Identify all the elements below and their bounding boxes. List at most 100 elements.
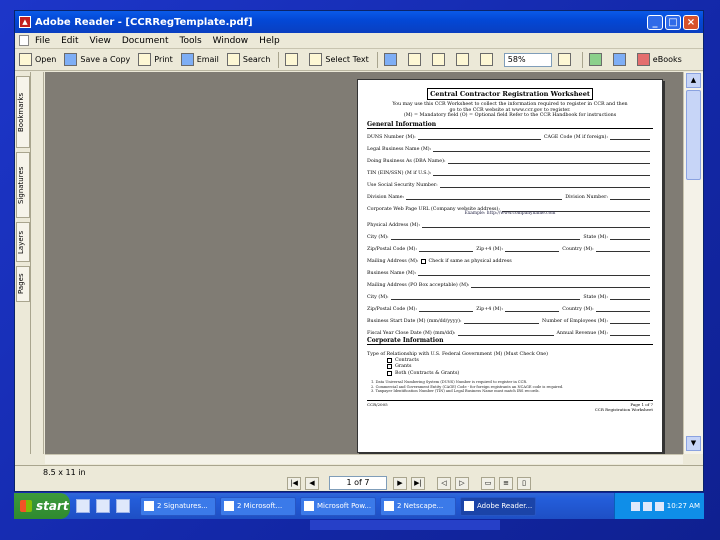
envelope-icon [180,53,194,66]
tab-signatures[interactable]: Signatures [16,152,30,218]
open-button[interactable]: Open [19,53,56,66]
taskbar-item-adobe-reader[interactable]: Adobe Reader... [460,496,536,516]
toolbar-separator [278,51,280,68]
form-footer: CCR/2005 Page 1 of 7 CCR Registration Wo… [367,399,653,412]
form-row: Zip/Postal Code (M): Zip+4 (M): Country (M… [367,300,653,313]
navigation-pane [32,72,44,454]
form-row: Division Name: Division Number: [367,188,653,201]
pdf-page: Central Contractor Registration Workshee… [357,79,663,453]
form-row: Legal Business Name (M): [367,140,653,153]
save-copy-button[interactable]: Save a Copy [64,53,130,66]
previous-page-button[interactable]: ◀ [305,476,319,490]
menu-view[interactable]: View [90,36,111,46]
section-general-information: General Information [367,121,653,129]
form-row: City (M): State (M): [367,288,653,301]
facing-layout-button[interactable]: ▯ [517,476,531,490]
menu-document[interactable]: Document [122,36,169,46]
zoom-plus-button[interactable] [557,53,574,66]
text-cursor-icon [309,53,323,66]
fit-width-button[interactable] [455,53,472,66]
tab-bookmarks[interactable]: Bookmarks [16,76,30,148]
form-row: Physical Address (M): [367,216,653,229]
email-button[interactable]: Email [180,53,219,66]
taskbar-item-powerpoint[interactable]: Microsoft Pow... [300,496,376,516]
page-number-field[interactable]: 1 of 7 [329,476,387,490]
scroll-thumb[interactable] [686,90,701,180]
plus-icon [557,53,571,66]
window-title: Adobe Reader - [CCRRegTemplate.pdf] [35,16,253,28]
folder-icon [19,53,32,66]
page-icon [407,53,421,66]
app-icon [384,501,394,511]
taskbar-item-microsoft-word[interactable]: 2 Microsoft... [220,496,296,516]
next-page-button[interactable]: ▶ [393,476,407,490]
desktop: ▲ Adobe Reader - [CCRRegTemplate.pdf] _ … [0,0,720,540]
app-icon [224,501,234,511]
title-bar[interactable]: ▲ Adobe Reader - [CCRRegTemplate.pdf] _ … [15,11,703,33]
form-row: TIN (EIN/SSN) (M if U.S.): [367,164,653,177]
search-button[interactable]: Search [226,53,270,66]
menu-tools[interactable]: Tools [180,36,202,46]
tab-pages[interactable]: Pages [16,266,30,302]
ebooks-button[interactable]: eBooks [636,53,682,66]
quick-launch-icon[interactable] [76,499,90,513]
rotate-button[interactable] [588,53,605,66]
continuous-layout-button[interactable]: ≡ [499,476,513,490]
previous-view-button[interactable]: ◁ [437,476,451,490]
single-page-layout-button[interactable]: ▭ [481,476,495,490]
horizontal-scrollbar[interactable] [45,454,683,464]
zoom-out-button[interactable] [479,53,496,66]
app-icon [304,501,314,511]
menu-window[interactable]: Window [213,36,249,46]
first-page-button[interactable]: |◀ [287,476,301,490]
form-row: Doing Business As (DBA Name): [367,152,653,165]
status-bar: 8.5 x 11 in |◀ ◀ 1 of 7 ▶ ▶| ◁ ▷ ▭ ≡ ▯ [15,465,703,491]
help-button[interactable] [612,53,629,66]
menu-file[interactable]: File [35,36,50,46]
form-row: Mailing Address (M): Check if same as phy… [367,258,512,265]
fit-page-button[interactable] [431,53,448,66]
save-icon [64,53,78,66]
checkbox [387,370,392,376]
tray-icon[interactable] [630,501,640,511]
checkbox [387,364,392,370]
form-notes: 1. Data Universal Numbering System (DUNS… [371,380,564,394]
quick-launch-icon[interactable] [116,499,130,513]
zoom-out-icon [479,53,493,66]
vertical-scrollbar[interactable]: ▲ ▼ [683,72,703,454]
form-row: Use Social Security Number: [367,176,653,189]
taskbar-item-signatures[interactable]: 2 Signatures... [140,496,216,516]
last-page-button[interactable]: ▶| [411,476,425,490]
close-button[interactable]: × [683,14,699,30]
checkbox [420,258,426,264]
menu-help[interactable]: Help [259,36,280,46]
zoom-in-button[interactable] [383,53,400,66]
start-button[interactable]: start [14,493,70,519]
next-view-button[interactable]: ▷ [455,476,469,490]
hand-icon [285,53,299,66]
document-area[interactable]: Central Contractor Registration Workshee… [45,72,683,454]
printer-icon [138,53,152,66]
minimize-button[interactable]: _ [647,14,663,30]
actual-size-button[interactable] [407,53,424,66]
print-button[interactable]: Print [138,53,173,66]
clock[interactable]: 10:27 AM [667,502,700,510]
taskbar-item-netscape[interactable]: 2 Netscape... [380,496,456,516]
magnifier-icon [383,53,397,66]
adobe-reader-window: ▲ Adobe Reader - [CCRRegTemplate.pdf] _ … [14,10,704,492]
menu-edit[interactable]: Edit [61,36,78,46]
pdf-icon: ▲ [19,16,31,28]
select-text-button[interactable]: Select Text [309,53,369,66]
scroll-up-arrow[interactable]: ▲ [686,73,701,88]
tab-layers[interactable]: Layers [16,222,30,262]
scroll-down-arrow[interactable]: ▼ [686,436,701,451]
zoom-field[interactable]: 58% [503,52,552,67]
maximize-button[interactable]: □ [665,14,681,30]
tray-icon[interactable] [642,501,652,511]
windows-flag-icon [20,500,32,512]
quick-launch-icon[interactable] [96,499,110,513]
app-icon [144,501,154,511]
tray-icon[interactable] [654,501,664,511]
hand-tool-button[interactable] [285,53,301,66]
form-row: Business Start Date (M) (mm/dd/yyyy): Num… [367,312,653,325]
